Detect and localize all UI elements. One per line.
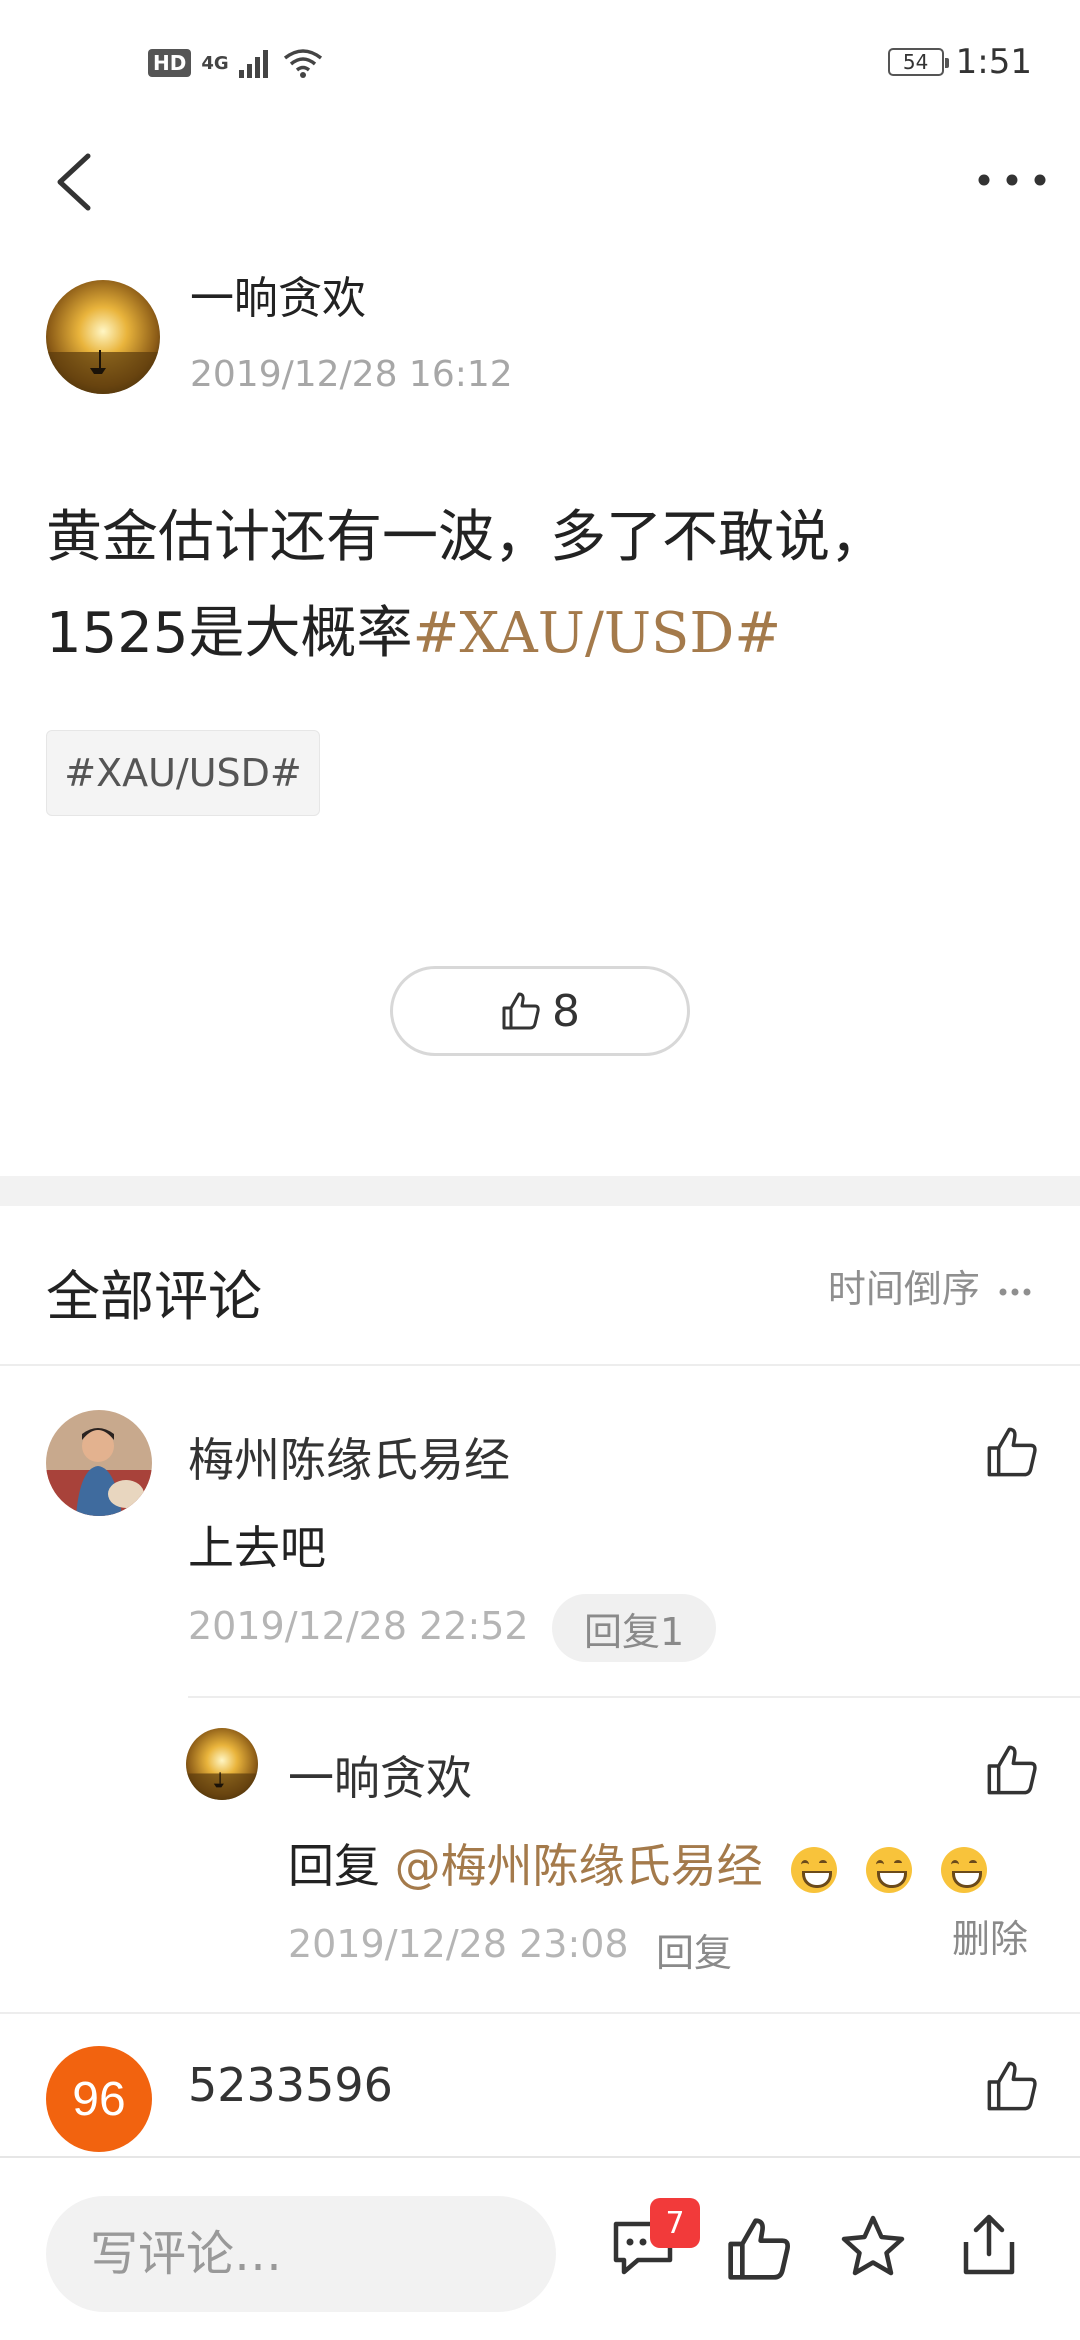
chevron-left-icon (57, 153, 91, 211)
comment-input[interactable] (46, 2196, 556, 2312)
commenter-avatar[interactable]: 96 (46, 2046, 152, 2152)
clock: 1:51 (955, 42, 1032, 82)
post-text-line1: 黄金估计还有一波，多了不敢说， (46, 505, 886, 570)
post-like-button[interactable]: 8 (390, 966, 690, 1056)
like-button[interactable] (724, 2214, 794, 2284)
signal-icon (238, 50, 268, 78)
comment-count-badge: 7 (650, 2198, 700, 2248)
post-text-plain: 1525是大概率 (46, 601, 413, 666)
thumbs-up-icon (728, 2218, 790, 2280)
reply-prefix: 回复 (288, 1839, 380, 1893)
reply-text: 回复 @梅州陈缘氏易经 (288, 1830, 987, 1896)
thumbs-up-icon (987, 1745, 1037, 1795)
thumbs-up-icon (987, 2061, 1037, 2111)
reply-time: 2019/12/28 23:08 (288, 1922, 629, 1966)
status-bar: HD 4G 54 1:51 (0, 0, 1080, 130)
comment-like-button[interactable] (984, 2058, 1040, 2114)
portrait-avatar-image (46, 1410, 152, 1516)
reply-like-button[interactable] (984, 1742, 1040, 1798)
network-type: 4G (201, 52, 229, 74)
post-text-line2: 1525是大概率#XAU/USD# (46, 586, 1036, 682)
star-icon (841, 2215, 905, 2276)
sunset-avatar-image (186, 1728, 258, 1800)
comment-time: 2019/12/28 22:52 (188, 1604, 529, 1648)
sort-label: 时间倒序 (827, 1267, 980, 1311)
post-body: 黄金估计还有一波，多了不敢说， 1525是大概率#XAU/USD# (46, 490, 1036, 682)
reply-count-button[interactable]: 回复1 (552, 1594, 717, 1662)
thumbs-up-icon (502, 992, 540, 1030)
commenter-name[interactable]: 梅州陈缘氏易经 (188, 1424, 510, 1490)
sort-order-button[interactable]: 时间倒序 (828, 1258, 1032, 1313)
more-options-button[interactable] (974, 150, 1050, 210)
favorite-button[interactable] (838, 2212, 908, 2282)
section-divider (0, 1176, 1080, 1206)
back-button[interactable] (44, 142, 104, 222)
more-dots-icon (978, 174, 1046, 186)
comment-like-button[interactable] (984, 1424, 1040, 1480)
reply-button[interactable]: 回复 (656, 1922, 732, 1977)
battery-level: 54 (902, 50, 929, 74)
mention-link[interactable]: @梅州陈缘氏易经 (395, 1839, 763, 1893)
divider (0, 1364, 1080, 1366)
reply-author-avatar[interactable] (186, 1728, 258, 1800)
post-hashtag-link[interactable]: #XAU/USD# (413, 601, 782, 666)
divider (188, 1696, 1080, 1698)
commenter-name[interactable]: 5233596 (188, 2058, 393, 2112)
battery-icon: 54 (887, 48, 949, 76)
author-name[interactable]: 一晌贪欢 (190, 262, 366, 326)
share-icon (963, 2214, 1015, 2275)
divider (0, 2012, 1080, 2014)
hd-icon: HD (148, 49, 192, 77)
wifi-icon (283, 49, 322, 78)
reply-author-name[interactable]: 一晌贪欢 (288, 1742, 472, 1808)
grinning-emoji-icon (940, 1846, 987, 1893)
topic-tag-chip[interactable]: #XAU/USD# (46, 730, 320, 816)
grinning-emoji-icon (865, 1846, 912, 1893)
comment-text: 上去吧 (188, 1521, 326, 1575)
thumbs-up-icon (987, 1427, 1037, 1477)
more-dots-icon (999, 1288, 1031, 1295)
status-right: 54 1:51 (887, 42, 1032, 82)
author-avatar[interactable] (46, 280, 160, 394)
grinning-emoji-icon (791, 1846, 838, 1893)
commenter-avatar[interactable] (46, 1410, 152, 1516)
sunset-avatar-image (46, 280, 160, 394)
delete-button[interactable]: 删除 (952, 1908, 1028, 1963)
comments-title: 全部评论 (46, 1265, 262, 1328)
share-button[interactable] (954, 2210, 1024, 2280)
post-like-count: 8 (552, 985, 580, 1037)
status-left: HD 4G (148, 48, 323, 78)
post-time: 2019/12/28 16:12 (190, 354, 513, 395)
